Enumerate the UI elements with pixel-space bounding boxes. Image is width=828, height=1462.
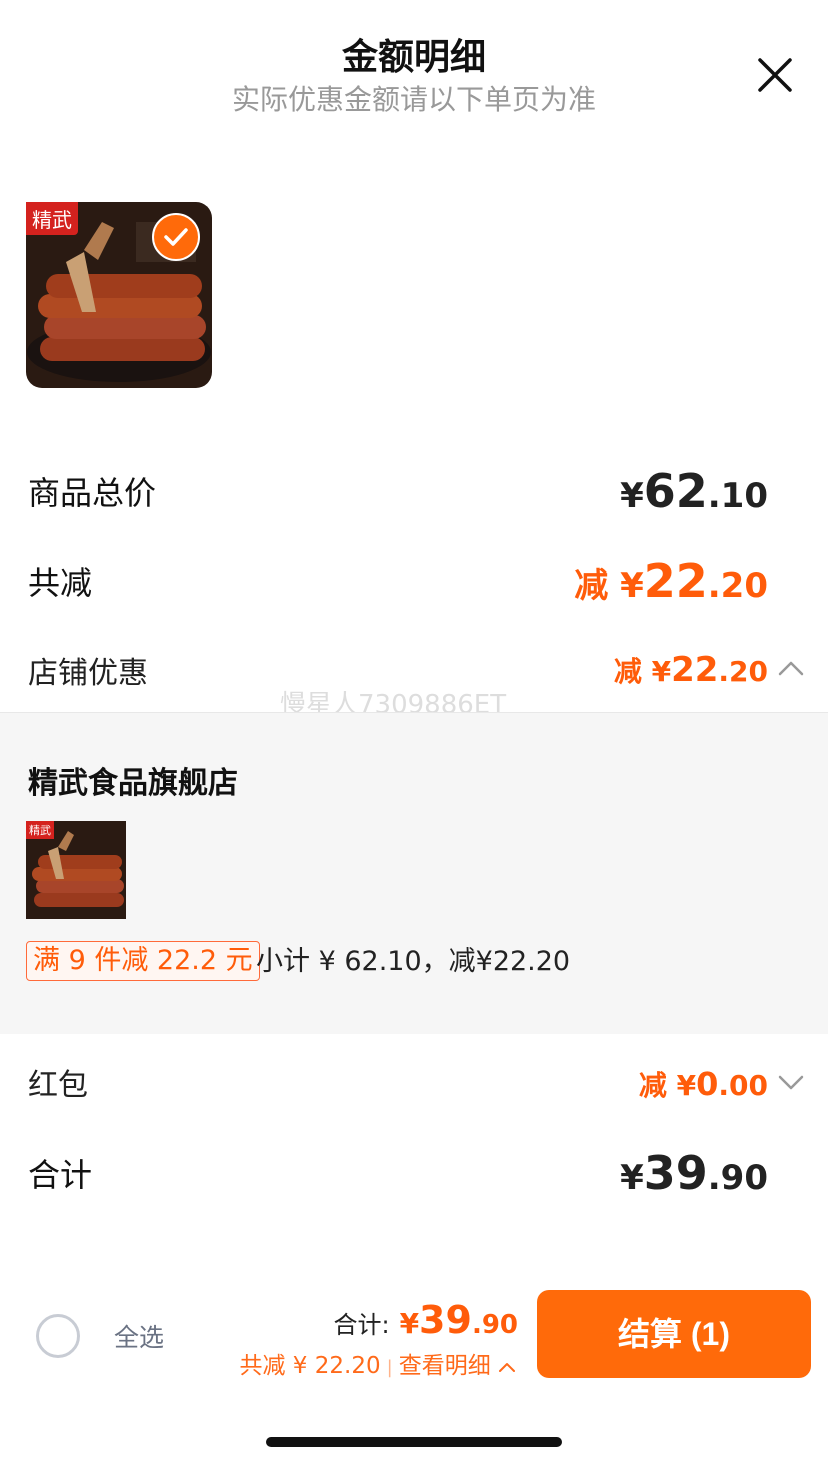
store-discount-label: 店铺优惠 xyxy=(28,656,148,691)
red-packet-value: 减 ¥0.00 xyxy=(638,1065,768,1103)
total-discount-label: 共减 xyxy=(28,564,93,602)
bottom-discount-text: 共减 ¥ 22.20 xyxy=(239,1353,381,1379)
select-all-label[interactable]: 全选 xyxy=(114,1318,164,1354)
header: 金额明细 实际优惠金额请以下单页为准 xyxy=(0,0,828,130)
total-discount-value: 减 ¥22.20 xyxy=(574,554,768,608)
select-all-radio[interactable] xyxy=(36,1314,80,1358)
close-icon xyxy=(758,58,792,92)
grand-total-label: 合计 xyxy=(28,1156,93,1194)
store-discount-value: 减 ¥22.20 xyxy=(613,650,768,690)
page-subtitle: 实际优惠金额请以下单页为准 xyxy=(231,83,596,116)
view-details-link[interactable]: 查看明细 xyxy=(399,1353,491,1379)
red-packet-label: 红包 xyxy=(28,1068,88,1103)
store-subtotal-text: 小计 ¥ 62.10，减¥22.20 xyxy=(256,946,571,977)
page-title: 金额明细 xyxy=(341,37,486,78)
store-brand-tag: 精武 xyxy=(26,821,54,839)
brand-tag: 精武 xyxy=(26,202,78,235)
grand-total-value: ¥39.90 xyxy=(620,1146,768,1200)
bottom-total-label: 合计: xyxy=(333,1311,390,1339)
total-discount-row: 共减 减 ¥22.20 xyxy=(0,554,828,608)
red-packet-row[interactable]: 红包 减 ¥0.00 xyxy=(0,1060,828,1110)
store-name: 精武食品旗舰店 xyxy=(28,766,238,801)
bottom-total: 合计: ¥39.90 xyxy=(333,1298,518,1342)
checkout-button[interactable]: 结算 (1) xyxy=(537,1290,811,1378)
bottom-discount: 共减 ¥ 22.20 | 查看明细 xyxy=(240,1346,517,1380)
goods-total-label: 商品总价 xyxy=(28,474,157,512)
goods-total-row: 商品总价 ¥62.10 xyxy=(0,464,828,518)
close-button[interactable] xyxy=(752,52,798,98)
grand-total-row: 合计 ¥39.90 xyxy=(0,1146,828,1204)
home-indicator xyxy=(266,1437,562,1447)
check-icon xyxy=(164,228,188,246)
goods-total-value: ¥62.10 xyxy=(620,464,768,518)
selected-check-badge[interactable] xyxy=(152,213,200,261)
promo-tag: 满 9 件减 22.2 元 xyxy=(26,941,260,981)
store-discount-panel: 精武食品旗舰店 精武 满 9 件减 22.2 元 小计 ¥ 62.10，减¥22… xyxy=(0,712,828,1034)
checkout-bar: 全选 合计: ¥39.90 共减 ¥ 22.20 | 查看明细 结算 (1) xyxy=(0,1280,828,1390)
chevron-up-small-icon[interactable] xyxy=(498,1361,516,1373)
chevron-up-icon[interactable] xyxy=(778,660,804,676)
chevron-down-icon[interactable] xyxy=(778,1074,804,1090)
